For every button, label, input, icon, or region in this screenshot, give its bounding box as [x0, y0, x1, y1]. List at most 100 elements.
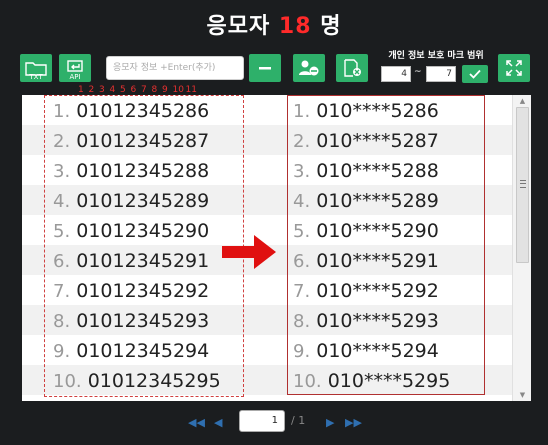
item-index: 10.	[53, 371, 82, 392]
item-index: 7.	[53, 281, 71, 302]
title-suffix: 명	[320, 14, 342, 39]
item-index: 3.	[293, 161, 311, 182]
txt-import-button[interactable]: TXT	[20, 54, 52, 82]
masked-phone-number: 010****5288	[316, 160, 439, 182]
item-index: 4.	[53, 191, 71, 212]
range-separator: ~	[414, 67, 422, 77]
next-page-icon[interactable]: ▶	[326, 416, 334, 429]
grip-icon	[520, 180, 526, 188]
item-index: 1.	[293, 101, 311, 122]
prev-page-icon[interactable]: ◀	[214, 416, 222, 429]
fullscreen-button[interactable]	[498, 54, 530, 82]
apply-mask-button[interactable]	[462, 65, 488, 83]
item-index: 5.	[53, 221, 71, 242]
participant-count: 18	[278, 14, 312, 39]
remove-user-button[interactable]	[293, 54, 325, 82]
expand-icon	[506, 60, 522, 76]
phone-number: 01012345295	[87, 370, 221, 392]
masked-phone-number: 010****5290	[316, 220, 439, 242]
check-icon	[469, 69, 481, 79]
phone-number: 01012345289	[76, 190, 210, 212]
list-item: 10. 010****5295	[288, 366, 484, 396]
masked-phone-number: 010****5287	[316, 130, 439, 152]
txt-label: TXT	[29, 73, 43, 81]
item-index: 4.	[293, 191, 311, 212]
right-arrow-icon	[222, 235, 276, 269]
list-item: 9. 010****5294	[288, 336, 484, 366]
phone-number: 01012345290	[76, 220, 210, 242]
item-index: 7.	[293, 281, 311, 302]
list-item: 5. 01012345290	[45, 216, 243, 246]
list-item: 6. 010****5291	[288, 246, 484, 276]
phone-number: 01012345294	[76, 340, 210, 362]
list-item: 3. 010****5288	[288, 156, 484, 186]
item-index: 1.	[53, 101, 71, 122]
masked-phone-number: 010****5292	[316, 280, 439, 302]
list-item: 3. 01012345288	[45, 156, 243, 186]
masked-phone-number: 010****5286	[316, 100, 439, 122]
masked-phone-number: 010****5293	[316, 310, 439, 332]
list-item: 1. 010****5286	[288, 96, 484, 126]
masked-phone-number: 010****5291	[316, 250, 439, 272]
item-index: 2.	[293, 131, 311, 152]
item-index: 8.	[53, 311, 71, 332]
item-index: 5.	[293, 221, 311, 242]
masked-phone-number: 010****5289	[316, 190, 439, 212]
scroll-up-icon[interactable]: ▲	[513, 95, 531, 107]
list-item: 7. 01012345292	[45, 276, 243, 306]
remove-button[interactable]	[249, 54, 281, 82]
mask-range-start-input[interactable]: 4	[381, 66, 411, 82]
list-item: 8. 01012345293	[45, 306, 243, 336]
list-item: 9. 01012345294	[45, 336, 243, 366]
list-item: 7. 010****5292	[288, 276, 484, 306]
item-index: 6.	[293, 251, 311, 272]
phone-number: 01012345288	[76, 160, 210, 182]
api-label: API	[69, 73, 81, 81]
list-item: 8. 010****5293	[288, 306, 484, 336]
masked-phone-number: 010****5294	[316, 340, 439, 362]
page-title: 응모자 18 명	[0, 8, 548, 40]
first-page-icon[interactable]: ◀◀	[188, 416, 205, 429]
masked-phone-number: 010****5295	[327, 370, 451, 392]
item-index: 9.	[293, 341, 311, 362]
list-item: 2. 010****5287	[288, 126, 484, 156]
list-item: 4. 01012345289	[45, 186, 243, 216]
list-item: 10. 01012345295	[45, 366, 243, 396]
item-index: 6.	[53, 251, 71, 272]
document-clear-icon	[344, 59, 361, 77]
title-prefix: 응모자	[206, 14, 271, 39]
api-import-button[interactable]: API	[59, 54, 91, 82]
page-total: / 1	[291, 414, 306, 427]
minus-icon	[259, 67, 271, 70]
list-item: 5. 010****5290	[288, 216, 484, 246]
original-numbers-column: 1. 01012345286 2. 01012345287 3. 0101234…	[44, 95, 244, 397]
page-number-input[interactable]: 1	[239, 410, 285, 432]
privacy-mask-range-label: 개인 정보 보호 마크 범위	[388, 51, 484, 61]
scroll-down-icon[interactable]: ▼	[513, 389, 531, 401]
user-remove-icon	[299, 60, 319, 76]
scrollbar-thumb[interactable]	[516, 107, 529, 263]
last-page-icon[interactable]: ▶▶	[345, 416, 362, 429]
phone-number: 01012345287	[76, 130, 210, 152]
item-index: 9.	[53, 341, 71, 362]
item-index: 8.	[293, 311, 311, 332]
pagination: ◀◀ ◀ 1 / 1 ▶ ▶▶	[0, 408, 548, 434]
participant-list-panel: 1. 01012345286 2. 01012345287 3. 0101234…	[22, 95, 531, 401]
phone-number: 01012345291	[76, 250, 210, 272]
item-index: 10.	[293, 371, 322, 392]
masked-numbers-column: 1. 010****5286 2. 010****5287 3. 010****…	[287, 95, 485, 395]
clear-list-button[interactable]	[336, 54, 368, 82]
participant-search-input[interactable]: 응모자 정보 +Enter(추가)	[106, 56, 244, 80]
phone-number: 01012345292	[76, 280, 210, 302]
item-index: 2.	[53, 131, 71, 152]
phone-number: 01012345286	[76, 100, 210, 122]
item-index: 3.	[53, 161, 71, 182]
toolbar: TXT API 응모자 정보 +Enter(추가) 개인 정보 보호 마크 범위…	[0, 51, 548, 84]
list-item: 6. 01012345291	[45, 246, 243, 276]
list-item: 1. 01012345286	[45, 96, 243, 126]
phone-number: 01012345293	[76, 310, 210, 332]
list-item: 4. 010****5289	[288, 186, 484, 216]
list-item: 2. 01012345287	[45, 126, 243, 156]
mask-range-end-input[interactable]: 7	[426, 66, 456, 82]
vertical-scrollbar[interactable]: ▲ ▼	[512, 95, 531, 401]
